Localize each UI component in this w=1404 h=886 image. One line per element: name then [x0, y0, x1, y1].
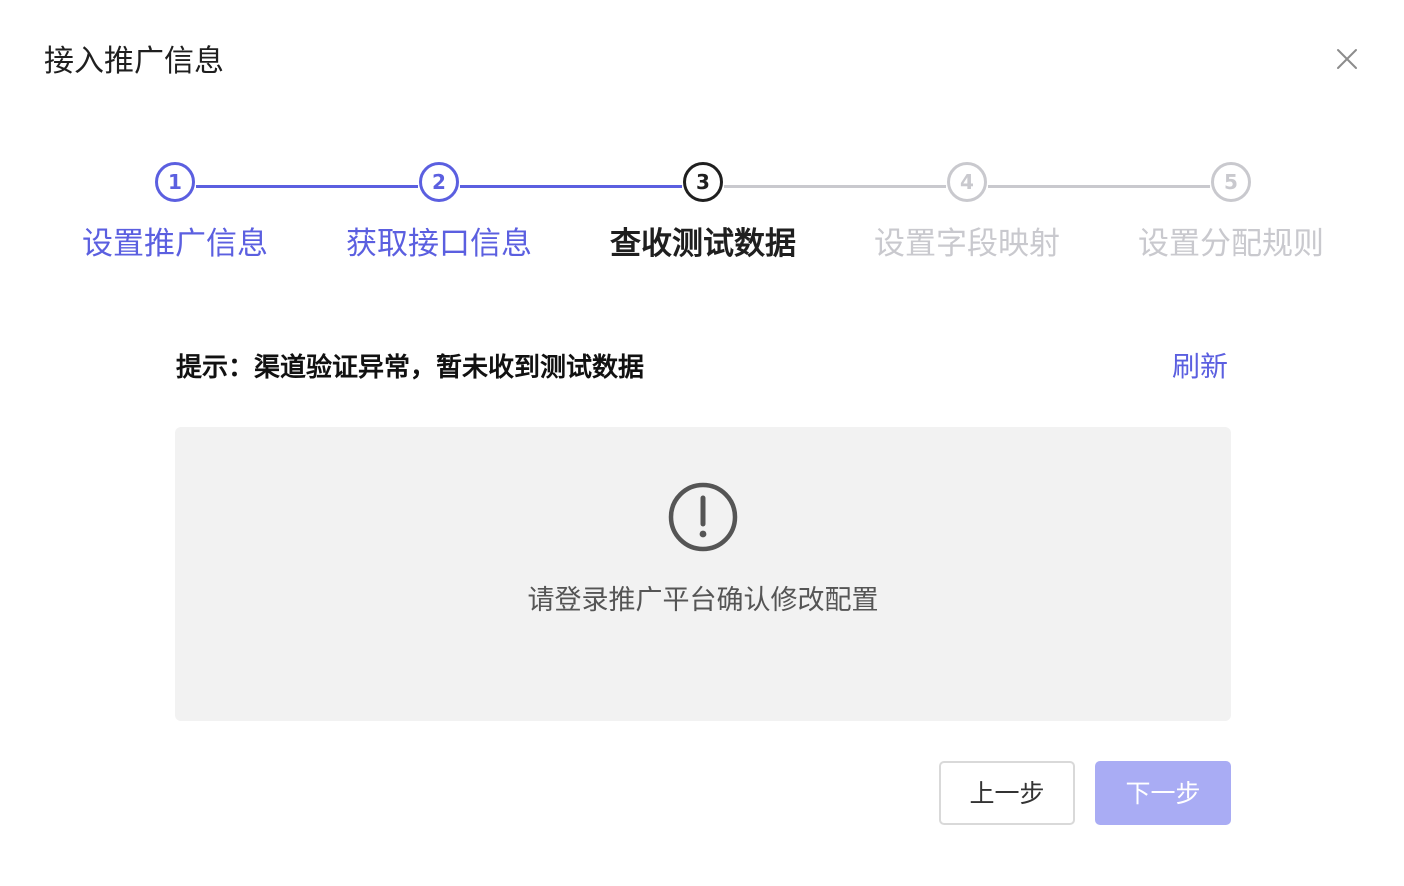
- warning-circle-icon: [668, 482, 738, 552]
- tip-row: 提示：渠道验证异常，暂未收到测试数据 刷新: [176, 348, 1230, 388]
- step-4-number: 4: [947, 162, 987, 202]
- dialog-title: 接入推广信息: [44, 44, 224, 79]
- step-5: 5 设置分配规则: [1111, 162, 1351, 264]
- step-3-number: 3: [683, 162, 723, 202]
- step-3: 3 查收测试数据: [583, 162, 823, 264]
- step-5-number: 5: [1211, 162, 1251, 202]
- step-2-number: 2: [419, 162, 459, 202]
- step-2[interactable]: 2 获取接口信息: [319, 162, 559, 264]
- status-message: 请登录推广平台确认修改配置: [527, 585, 879, 616]
- step-3-label: 查收测试数据: [610, 226, 796, 262]
- previous-step-button[interactable]: 上一步: [939, 761, 1075, 825]
- step-5-label: 设置分配规则: [1138, 226, 1324, 262]
- status-panel: 请登录推广平台确认修改配置: [175, 427, 1231, 721]
- connect-promotion-dialog: 接入推广信息 1 设置推广信息 2 获取接口信息 3 查收测试数据 4 设置字段…: [0, 0, 1404, 886]
- step-1[interactable]: 1 设置推广信息: [55, 162, 295, 264]
- next-step-button[interactable]: 下一步: [1095, 761, 1231, 825]
- step-4-label: 设置字段映射: [874, 226, 1060, 262]
- close-icon: [1337, 49, 1357, 69]
- refresh-link[interactable]: 刷新: [1172, 348, 1228, 386]
- stepper: 1 设置推广信息 2 获取接口信息 3 查收测试数据 4 设置字段映射 5 设置…: [0, 150, 1404, 280]
- close-button[interactable]: [1330, 42, 1364, 76]
- step-4: 4 设置字段映射: [847, 162, 1087, 264]
- tip-text: 提示：渠道验证异常，暂未收到测试数据: [176, 353, 645, 383]
- step-2-label: 获取接口信息: [346, 226, 532, 262]
- step-1-number: 1: [155, 162, 195, 202]
- step-1-label: 设置推广信息: [82, 226, 268, 262]
